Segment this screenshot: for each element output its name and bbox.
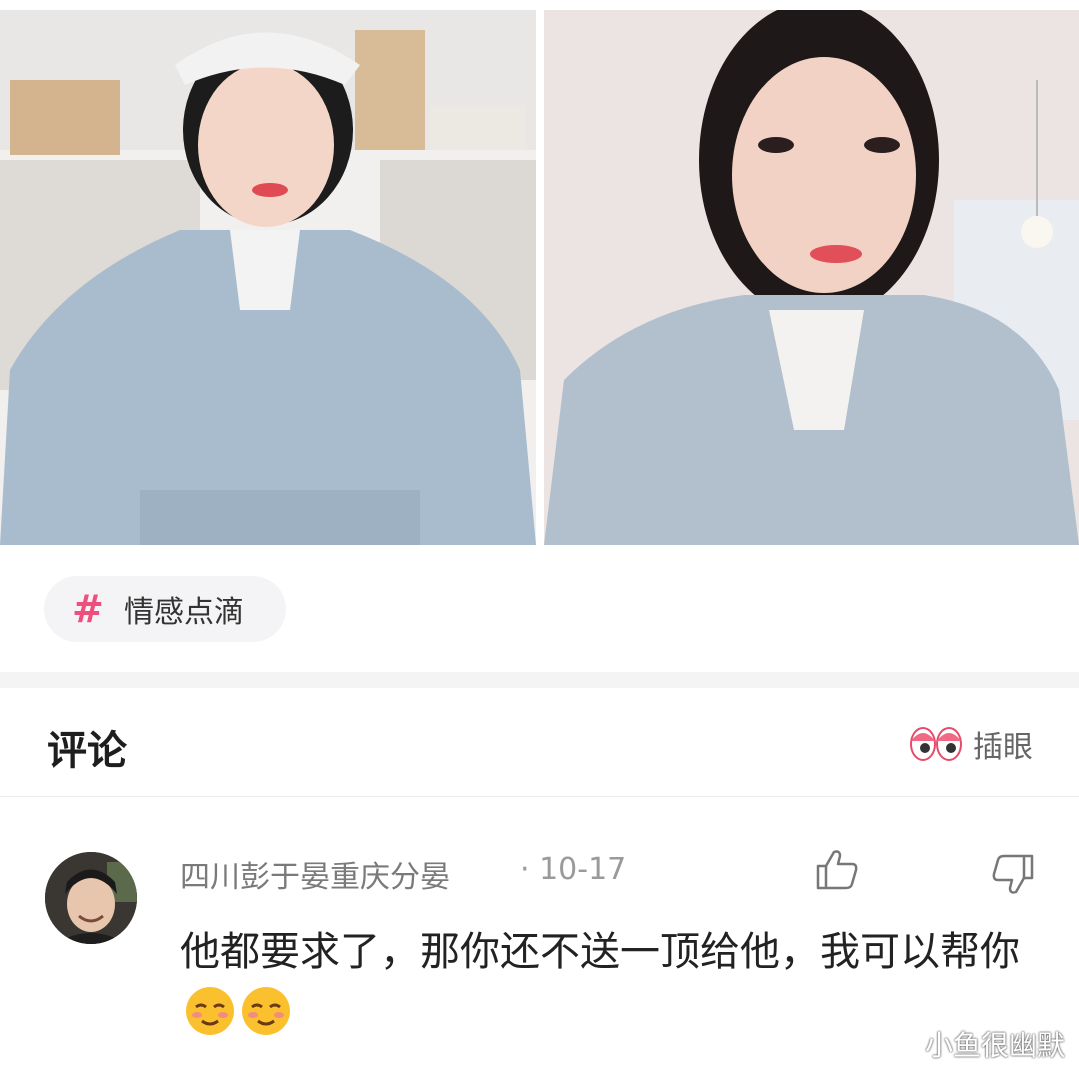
post-photo-1[interactable] [0,10,536,545]
topic-tag[interactable]: # 情感点滴 [44,576,286,642]
thumbs-up-icon[interactable] [814,846,860,892]
peek-button[interactable]: 插眼 [909,722,1033,766]
comment-text: 他都要求了，那你还不送一顶给他，我可以帮你 [180,929,1020,975]
section-separator [0,672,1079,688]
watermark: 小鱼很幽默 [924,1029,1065,1062]
hash-icon: # [72,587,104,631]
comments-title: 评论 [47,728,127,774]
thumbs-down-icon[interactable] [990,852,1036,898]
comment-username[interactable]: 四川彭于晏重庆分晏 [180,852,450,896]
avatar[interactable] [45,852,137,944]
peek-eyes-icon [910,727,962,761]
comment-date: · 10-17 [520,852,627,887]
comments-header: 评论 插眼 [0,688,1079,796]
smirk-emoji [242,987,290,1035]
post-photo-2[interactable] [544,10,1079,545]
topic-tag-label: 情感点滴 [124,595,244,630]
smirk-emoji [186,987,234,1035]
peek-label: 插眼 [973,730,1033,765]
header-divider [0,796,1079,797]
comment-body: 他都要求了，那你还不送一顶给他，我可以帮你 [180,920,1030,1048]
